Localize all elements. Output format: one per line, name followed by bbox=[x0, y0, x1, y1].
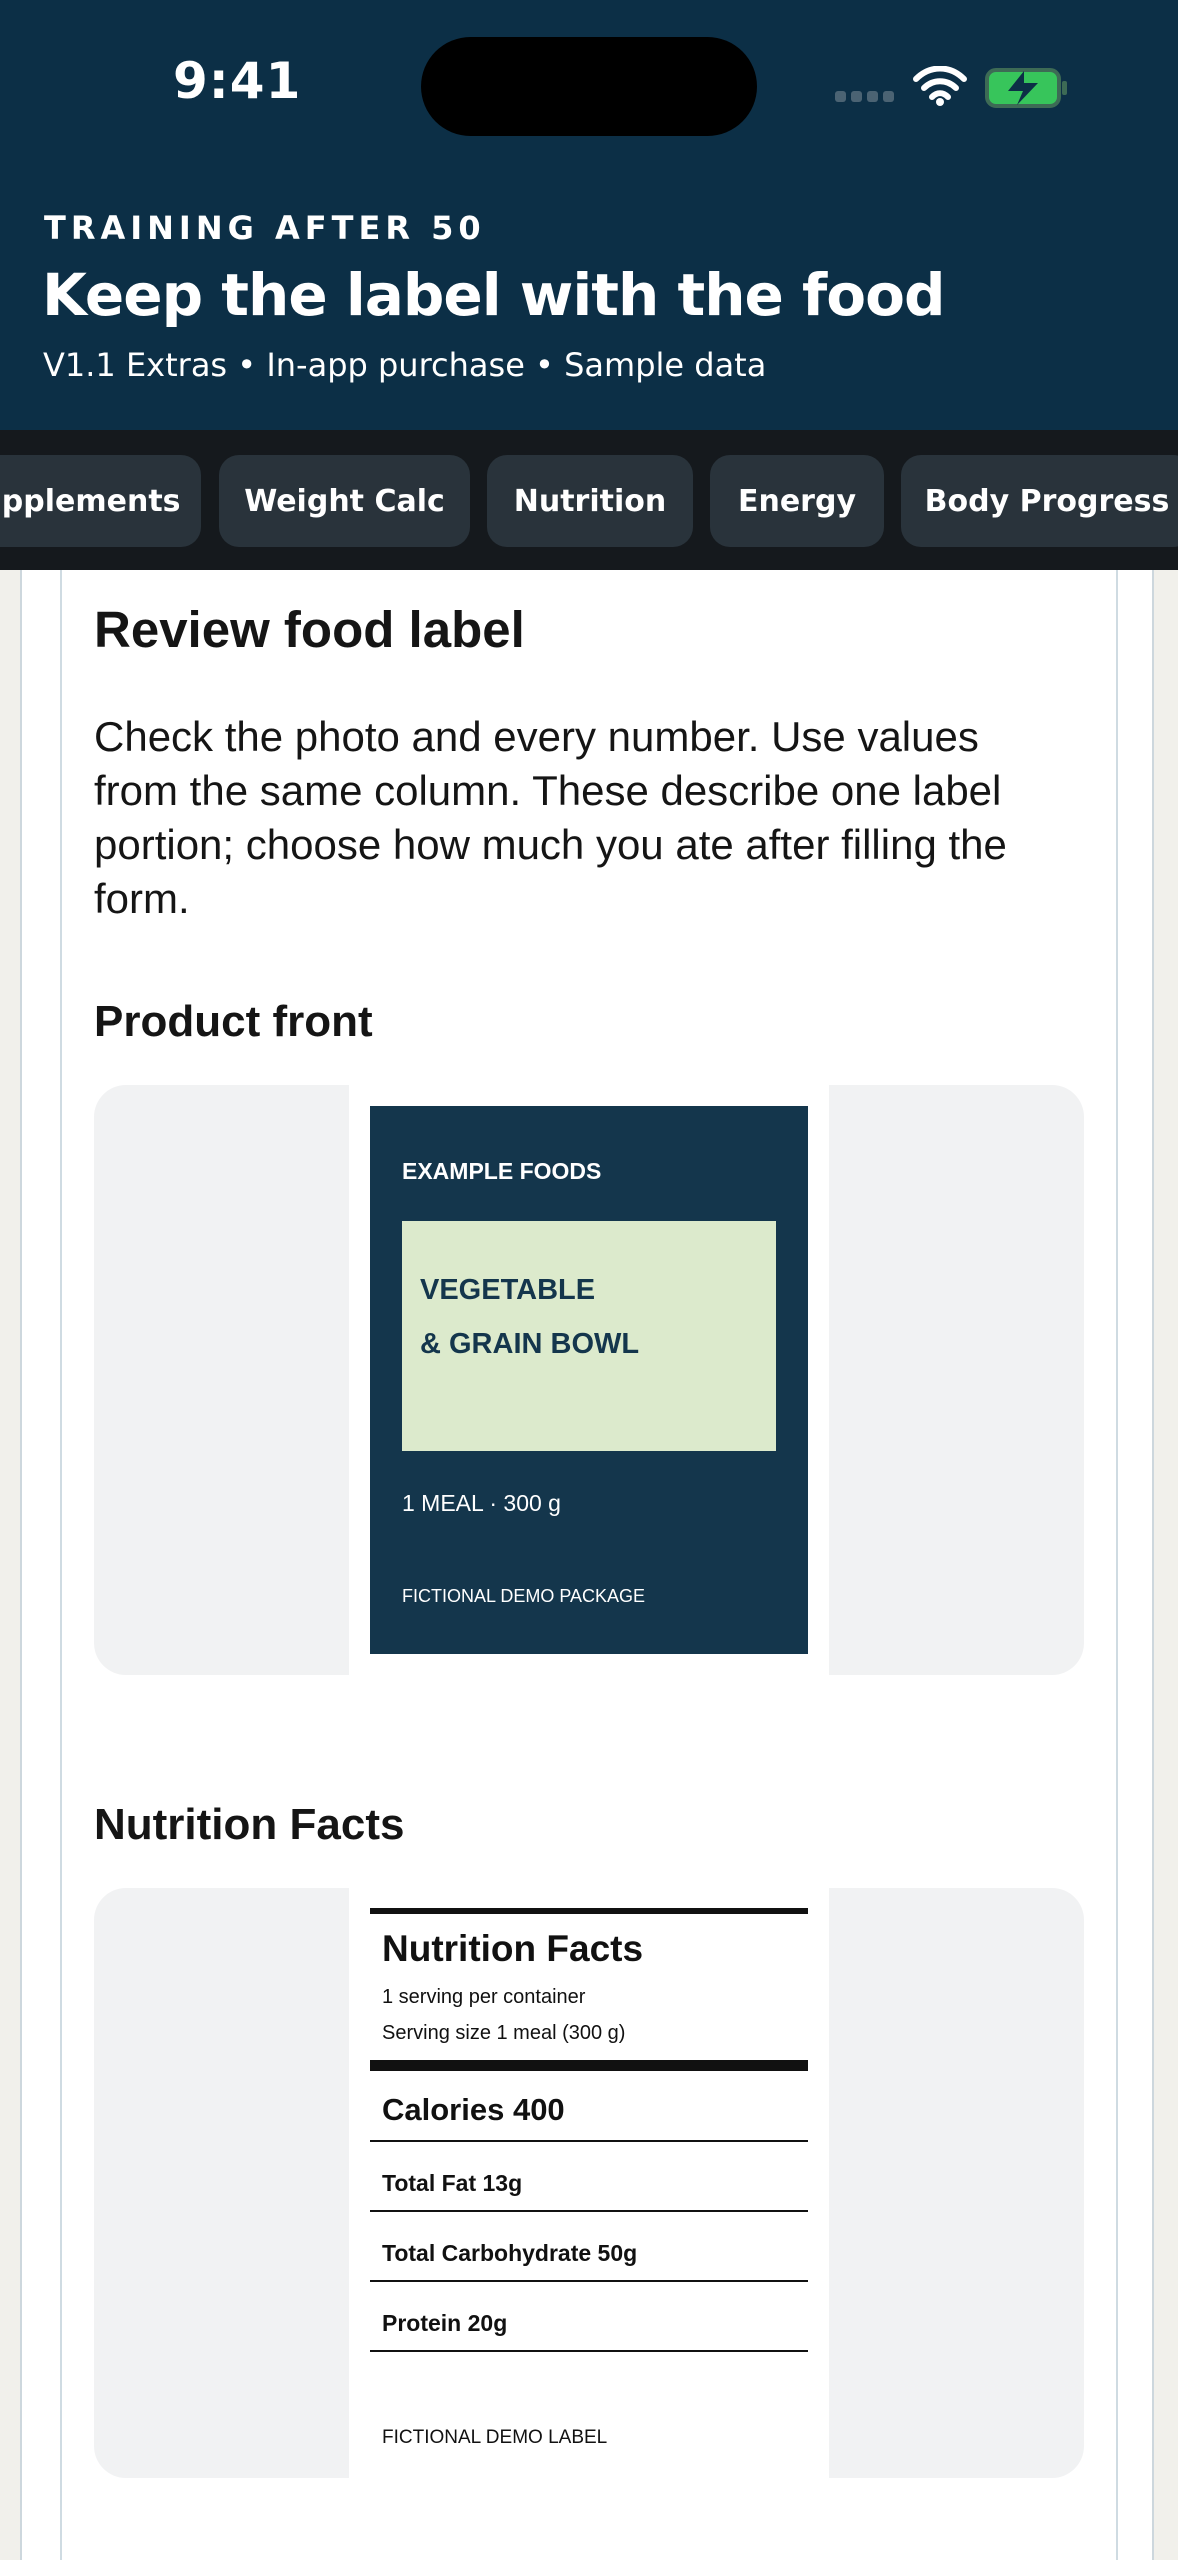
label-thick-rule bbox=[370, 2060, 808, 2071]
product-front-heading: Product front bbox=[94, 997, 373, 1046]
wifi-icon bbox=[913, 66, 967, 106]
feature-tabs: upplements Weight Calc Nutrition Energy … bbox=[0, 430, 1178, 570]
tab-energy[interactable]: Energy bbox=[710, 455, 884, 547]
total-carbohydrate-row: Total Carbohydrate 50g bbox=[382, 2240, 638, 2266]
package-product-line-1: VEGETABLE bbox=[420, 1274, 596, 1306]
cellular-signal-icon bbox=[835, 91, 895, 103]
label-divider bbox=[370, 2140, 808, 2142]
label-divider bbox=[370, 2350, 808, 2352]
label-title: Nutrition Facts bbox=[382, 1928, 644, 1969]
serving-size: Serving size 1 meal (300 g) bbox=[382, 2022, 626, 2044]
review-instructions: Check the photo and every number. Use va… bbox=[94, 713, 1007, 922]
total-fat-row: Total Fat 13g bbox=[382, 2170, 523, 2196]
package-footer: FICTIONAL DEMO PACKAGE bbox=[402, 1586, 646, 1606]
label-footer: FICTIONAL DEMO LABEL bbox=[382, 2427, 608, 2448]
header-kicker: TRAINING AFTER 50 bbox=[44, 209, 486, 247]
calories-row: Calories 400 bbox=[382, 2092, 565, 2127]
dynamic-island bbox=[421, 37, 757, 136]
page-subtitle: V1.1 Extras • In-app purchase • Sample d… bbox=[43, 346, 767, 384]
tab-nutrition[interactable]: Nutrition bbox=[487, 455, 693, 547]
protein-row: Protein 20g bbox=[382, 2310, 508, 2336]
package-size: 1 MEAL · 300 g bbox=[402, 1490, 561, 1516]
label-divider bbox=[370, 2210, 808, 2212]
tab-body-progress[interactable]: Body Progress bbox=[901, 455, 1178, 547]
tab-weight-calc[interactable]: Weight Calc bbox=[219, 455, 470, 547]
nutrition-facts-label-image: Nutrition Facts 1 serving per container … bbox=[370, 1908, 808, 2473]
label-divider bbox=[370, 2280, 808, 2282]
page-title: Keep the label with the food bbox=[42, 261, 945, 329]
app-header: 9:41 TRAINING AFTER 50 Keep the label wi… bbox=[0, 0, 1178, 430]
package-product-line-2: & GRAIN BOWL bbox=[420, 1328, 640, 1360]
package-product-panel: VEGETABLE & GRAIN BOWL bbox=[402, 1221, 776, 1451]
label-top-rule bbox=[370, 1908, 808, 1914]
charging-battery-icon bbox=[985, 68, 1067, 108]
nutrition-facts-heading: Nutrition Facts bbox=[94, 1800, 405, 1849]
product-package-image: EXAMPLE FOODS VEGETABLE & GRAIN BOWL 1 M… bbox=[370, 1106, 808, 1654]
package-brand: EXAMPLE FOODS bbox=[402, 1158, 602, 1184]
review-food-label-title: Review food label bbox=[94, 601, 525, 658]
servings-per-container: 1 serving per container bbox=[382, 1986, 586, 2008]
tab-supplements[interactable]: upplements bbox=[0, 455, 201, 547]
status-time: 9:41 bbox=[173, 52, 302, 110]
